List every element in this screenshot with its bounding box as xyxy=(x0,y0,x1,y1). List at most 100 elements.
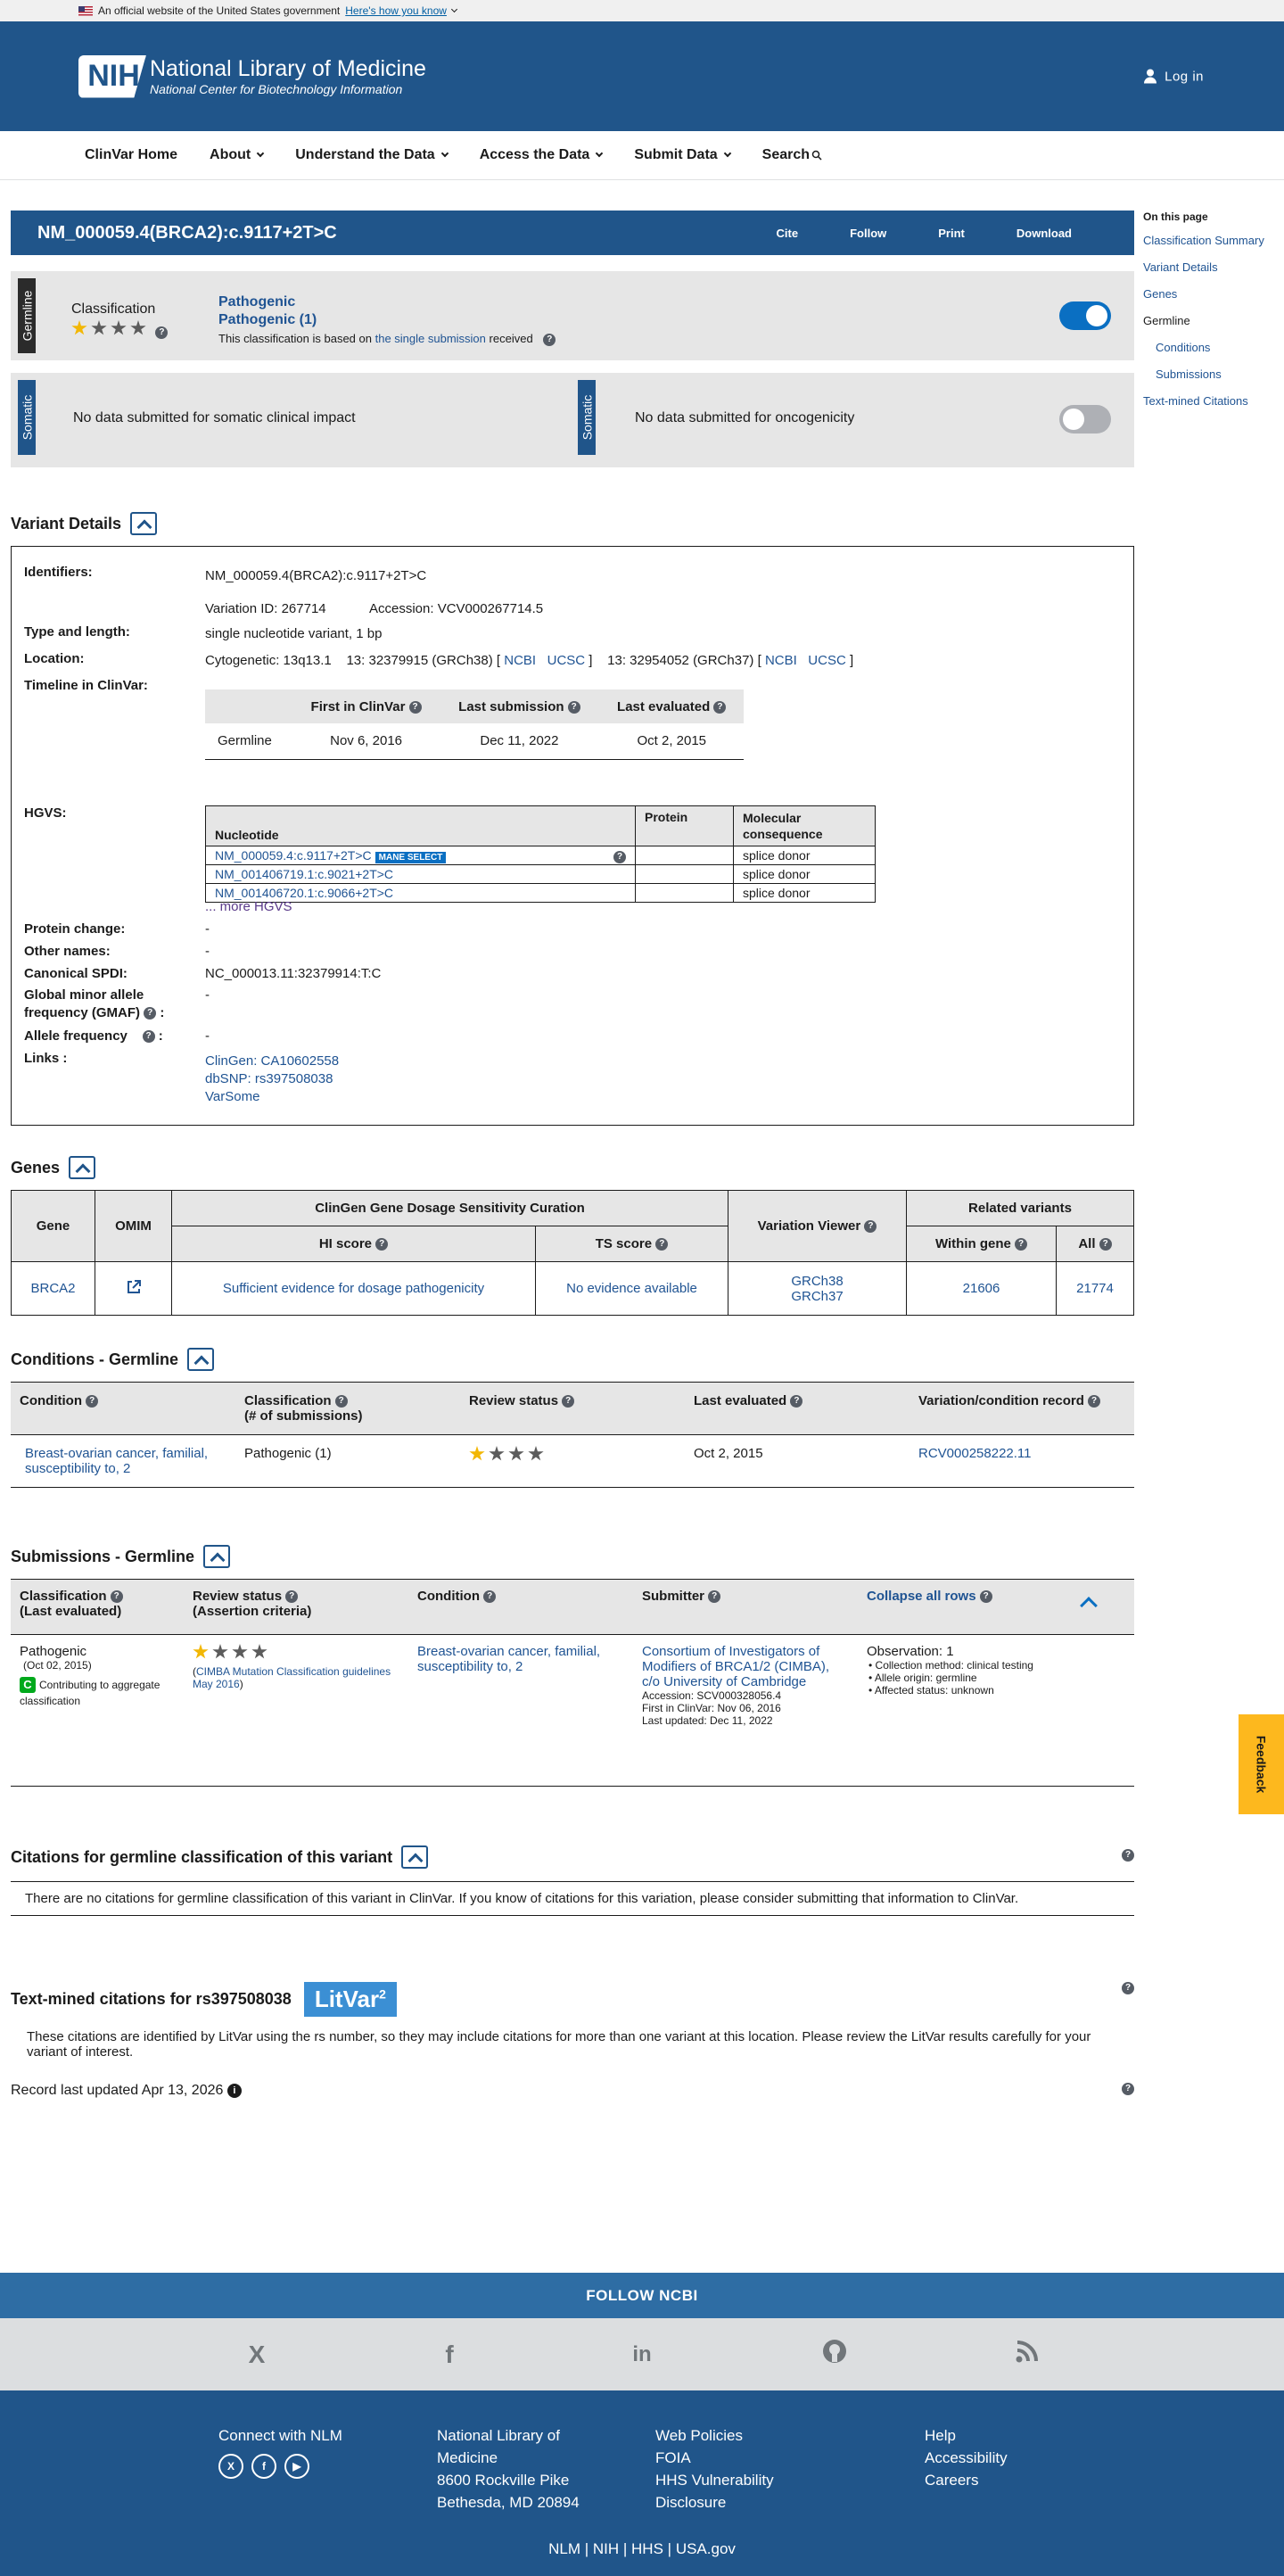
grch37-viewer-link[interactable]: GRCh37 xyxy=(728,1289,906,1304)
help-icon[interactable]: ? xyxy=(375,1238,389,1251)
help-icon[interactable]: ? xyxy=(979,1590,992,1604)
help-icon[interactable]: ? xyxy=(110,1590,123,1604)
dbsnp-link[interactable]: dbSNP: rs397508038 xyxy=(205,1070,339,1088)
varsome-link[interactable]: VarSome xyxy=(205,1088,339,1106)
help-link[interactable]: Help xyxy=(925,2424,1008,2447)
help-icon[interactable]: ? xyxy=(864,1220,877,1234)
rss-icon[interactable] xyxy=(1013,2340,1041,2369)
single-submission-link[interactable]: the single submission xyxy=(375,332,486,345)
nav-search[interactable]: Search xyxy=(762,147,822,163)
hgvs-link[interactable]: NM_001406720.1:c.9066+2T>C xyxy=(215,886,393,900)
sidebar-item-classification-summary[interactable]: Classification Summary xyxy=(1143,234,1284,247)
sidebar-item-submissions[interactable]: Submissions xyxy=(1143,367,1284,381)
help-icon[interactable]: ? xyxy=(142,1030,155,1044)
cite-button[interactable]: Cite xyxy=(777,227,799,240)
nlm-title-block[interactable]: National Library of Medicine National Ce… xyxy=(150,56,426,96)
more-hgvs-link[interactable]: ... more HGVS xyxy=(205,899,292,914)
submitter-link[interactable]: Consortium of Investigators of Modifiers… xyxy=(642,1644,849,1689)
help-icon[interactable]: ? xyxy=(790,1395,803,1408)
github-icon[interactable] xyxy=(820,2339,849,2370)
help-icon[interactable]: ? xyxy=(1099,1238,1112,1251)
submission-condition-link[interactable]: Breast-ovarian cancer, familial, suscept… xyxy=(417,1644,600,1674)
germline-toggle[interactable] xyxy=(1059,301,1111,330)
info-icon[interactable]: i xyxy=(226,2083,242,2098)
ncbi-link[interactable]: NCBI xyxy=(765,653,797,668)
usagov-link[interactable]: USA.gov xyxy=(676,2540,736,2557)
help-icon[interactable]: ? xyxy=(1122,1849,1134,1862)
sidebar-item-genes[interactable]: Genes xyxy=(1143,287,1284,301)
sidebar-item-variant-details[interactable]: Variant Details xyxy=(1143,260,1284,274)
ucsc-link[interactable]: UCSC xyxy=(808,653,846,668)
x-twitter-icon[interactable]: X xyxy=(218,2454,243,2479)
accessibility-link[interactable]: Accessibility xyxy=(925,2447,1008,2469)
help-icon[interactable]: ? xyxy=(708,1590,721,1604)
x-twitter-icon[interactable]: X xyxy=(243,2341,271,2369)
litvar-logo[interactable]: LitVar2 xyxy=(303,1982,397,2017)
heres-how-link[interactable]: Here's how you know xyxy=(345,4,447,17)
login-button[interactable]: Log in xyxy=(1143,69,1204,84)
sidebar-item-conditions[interactable]: Conditions xyxy=(1143,341,1284,354)
facebook-icon[interactable]: f xyxy=(435,2341,464,2369)
help-icon[interactable]: ? xyxy=(543,333,556,346)
classification-value[interactable]: Pathogenic xyxy=(218,294,295,310)
ts-score-link[interactable]: No evidence available xyxy=(535,1261,728,1316)
help-icon[interactable]: ? xyxy=(1088,1395,1101,1408)
nav-submit-data[interactable]: Submit Data xyxy=(634,147,731,163)
web-policies-link[interactable]: Web Policies xyxy=(655,2424,774,2447)
help-icon[interactable]: ? xyxy=(334,1395,348,1408)
collapse-submissions-button[interactable] xyxy=(203,1545,231,1568)
classification-count[interactable]: Pathogenic (1) xyxy=(218,312,317,328)
hgvs-link[interactable]: NM_001406719.1:c.9021+2T>C xyxy=(215,867,393,881)
help-icon[interactable]: ? xyxy=(408,700,422,714)
foia-link[interactable]: FOIA xyxy=(655,2447,774,2469)
print-button[interactable]: Print xyxy=(938,227,965,240)
nav-access-data[interactable]: Access the Data xyxy=(480,147,604,163)
help-icon[interactable]: ? xyxy=(155,326,169,339)
linkedin-icon[interactable]: in xyxy=(628,2342,656,2367)
nav-clinvar-home[interactable]: ClinVar Home xyxy=(85,147,177,163)
follow-button[interactable]: Follow xyxy=(850,227,886,240)
chevron-up-icon[interactable] xyxy=(1080,1597,1098,1614)
help-icon[interactable]: ? xyxy=(1122,2083,1134,2095)
feedback-button[interactable]: Feedback xyxy=(1239,1714,1284,1814)
clingen-link[interactable]: ClinGen: CA10602558 xyxy=(205,1053,339,1070)
hgvs-link[interactable]: NM_000059.4:c.9117+2T>C xyxy=(215,848,372,863)
nav-understand-data[interactable]: Understand the Data xyxy=(295,147,449,163)
facebook-icon[interactable]: f xyxy=(251,2454,276,2479)
help-icon[interactable]: ? xyxy=(483,1590,497,1604)
within-gene-link[interactable]: 21606 xyxy=(906,1261,1057,1316)
help-icon[interactable]: ? xyxy=(1015,1238,1028,1251)
collapse-conditions-button[interactable] xyxy=(187,1348,215,1371)
all-variants-link[interactable]: 21774 xyxy=(1056,1261,1134,1316)
help-icon[interactable]: ? xyxy=(144,1007,157,1020)
nih-link[interactable]: NIH xyxy=(593,2540,619,2557)
help-icon[interactable]: ? xyxy=(86,1395,99,1408)
hi-score-link[interactable]: Sufficient evidence for dosage pathogeni… xyxy=(171,1261,536,1316)
collapse-citations-button[interactable] xyxy=(401,1845,429,1869)
chevron-down-icon[interactable] xyxy=(450,5,457,12)
condition-link[interactable]: Breast-ovarian cancer, familial, suscept… xyxy=(25,1446,208,1476)
download-button[interactable]: Download xyxy=(1017,227,1072,240)
help-icon[interactable]: ? xyxy=(562,1395,575,1408)
help-icon[interactable]: ? xyxy=(567,700,580,714)
nav-about[interactable]: About xyxy=(210,147,265,163)
hhs-link[interactable]: HHS xyxy=(631,2540,663,2557)
nih-logo[interactable]: NIH xyxy=(78,54,146,98)
nlm-link[interactable]: NLM xyxy=(548,2540,580,2557)
collapse-all-rows-link[interactable]: Collapse all rows xyxy=(867,1589,976,1604)
ncbi-link[interactable]: NCBI xyxy=(504,653,536,668)
collapse-genes-button[interactable] xyxy=(69,1156,96,1179)
grch38-viewer-link[interactable]: GRCh38 xyxy=(728,1274,906,1289)
somatic-toggle[interactable] xyxy=(1059,405,1111,433)
help-icon[interactable]: ? xyxy=(713,700,727,714)
rcv-record-link[interactable]: RCV000258222.11 xyxy=(918,1446,1032,1461)
careers-link[interactable]: Careers xyxy=(925,2469,1008,2491)
external-link-icon[interactable] xyxy=(127,1279,141,1294)
help-icon[interactable]: ? xyxy=(655,1238,669,1251)
help-icon[interactable]: ? xyxy=(1122,1982,1134,1994)
youtube-icon[interactable]: ▶ xyxy=(284,2454,309,2479)
gene-link[interactable]: BRCA2 xyxy=(11,1261,95,1316)
help-icon[interactable]: ? xyxy=(285,1590,299,1604)
hhs-vulnerability-link[interactable]: HHS Vulnerability xyxy=(655,2469,774,2491)
help-icon[interactable]: ? xyxy=(613,850,626,863)
